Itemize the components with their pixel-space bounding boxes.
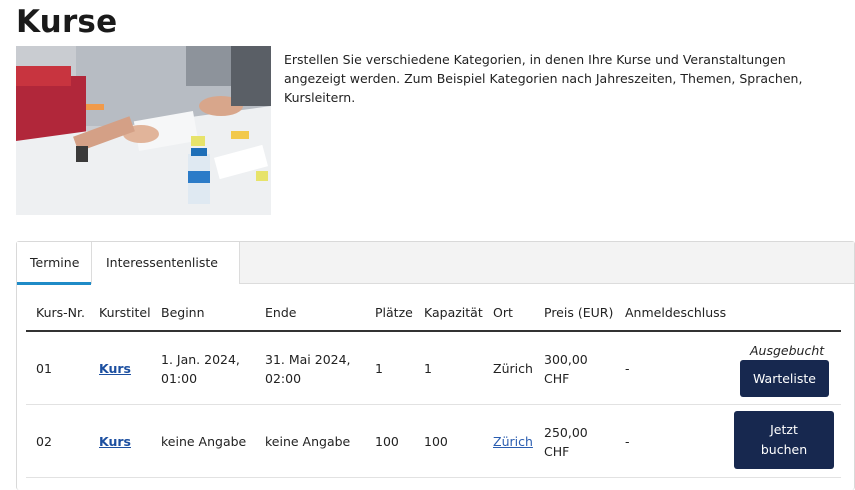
cell-nr: 02 — [36, 434, 52, 449]
cell-price-currency: CHF — [544, 371, 570, 386]
cell-price-amount: 300,00 — [544, 352, 588, 367]
cell-places: 1 — [375, 361, 383, 376]
cell-nr: 01 — [36, 361, 52, 376]
cell-end-date: 31. Mai 2024, — [265, 352, 351, 367]
tab-interessentenliste[interactable]: Interessentenliste — [92, 242, 240, 284]
header-divider — [26, 330, 841, 332]
cell-location: Zürich — [493, 361, 533, 376]
course-title-link[interactable]: Kurs — [99, 359, 131, 378]
header-beginn: Beginn — [161, 305, 205, 320]
header-ort: Ort — [493, 305, 513, 320]
cell-price: 300,00 CHF — [544, 350, 588, 388]
status-badge: Ausgebucht — [750, 343, 825, 358]
book-now-label-line1: Jetzt — [770, 422, 798, 437]
cell-begin-time: 01:00 — [161, 371, 198, 386]
course-title-link[interactable]: Kurs — [99, 432, 131, 451]
row-divider — [26, 477, 841, 478]
tab-bar: Termine Interessentenliste — [17, 242, 854, 285]
cell-begin: 1. Jan. 2024, 01:00 — [161, 350, 240, 388]
hero-image — [16, 46, 271, 215]
intro-text: Erstellen Sie verschiedene Kategorien, i… — [284, 52, 803, 105]
cell-places: 100 — [375, 434, 399, 449]
header-anmeldeschluss: Anmeldeschluss — [625, 305, 727, 320]
cell-begin-date: 1. Jan. 2024, — [161, 352, 240, 367]
courses-panel: Termine Interessentenliste — [16, 241, 855, 490]
header-ende: Ende — [265, 305, 297, 320]
location-link[interactable]: Zürich — [493, 432, 533, 451]
header-plaetze: Plätze — [375, 305, 413, 320]
cell-end-time: 02:00 — [265, 371, 302, 386]
cell-deadline: - — [625, 361, 630, 376]
header-kapazitaet: Kapazität — [424, 305, 483, 320]
header-kurs-nr: Kurs-Nr. — [36, 305, 85, 320]
row-divider — [26, 404, 841, 405]
cell-begin: keine Angabe — [161, 434, 247, 449]
header-preis: Preis (EUR) — [544, 305, 614, 320]
tab-termine[interactable]: Termine — [17, 242, 92, 285]
page-title: Kurse — [16, 4, 118, 40]
cell-capacity: 100 — [424, 434, 448, 449]
cell-price-currency: CHF — [544, 444, 570, 459]
cell-capacity: 1 — [424, 361, 432, 376]
cell-deadline: - — [625, 434, 630, 449]
cell-end: keine Angabe — [265, 434, 351, 449]
cell-price-amount: 250,00 — [544, 425, 588, 440]
header-kurstitel: Kurstitel — [99, 305, 151, 320]
cell-end: 31. Mai 2024, 02:00 — [265, 350, 351, 388]
waitlist-button[interactable]: Warteliste — [740, 360, 829, 397]
cell-price: 250,00 CHF — [544, 423, 588, 461]
book-now-label-line2: buchen — [760, 442, 808, 457]
book-now-button[interactable]: Jetzt buchen — [734, 411, 834, 469]
